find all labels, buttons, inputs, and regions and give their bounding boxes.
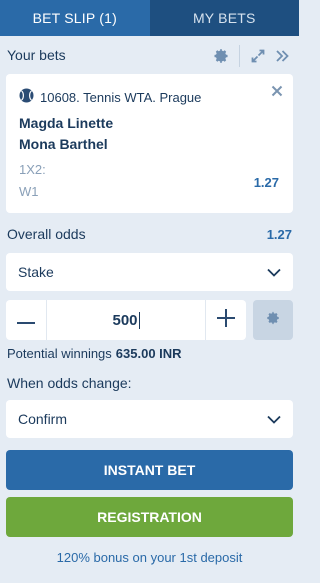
overall-odds-value: 1.27 bbox=[266, 226, 292, 242]
close-icon[interactable] bbox=[271, 84, 283, 102]
stake-type-label: Stake bbox=[18, 264, 54, 280]
overall-odds-label: Overall odds bbox=[7, 226, 86, 242]
increase-stake-button[interactable] bbox=[206, 300, 246, 340]
bet-odd: 1.27 bbox=[253, 175, 279, 190]
stake-value: 500 bbox=[112, 311, 138, 329]
bet-tabs: BET SLIP (1) MY BETS bbox=[0, 0, 299, 36]
tennis-ball-icon bbox=[19, 88, 34, 106]
team-two: Mona Barthel bbox=[19, 136, 108, 152]
chevron-down-icon bbox=[267, 411, 281, 427]
tab-my-bets[interactable]: MY BETS bbox=[150, 0, 300, 36]
gear-icon[interactable] bbox=[209, 45, 233, 67]
stake-settings-button[interactable] bbox=[253, 300, 293, 340]
odds-change-label: When odds change: bbox=[7, 375, 132, 391]
outcome-label: W1 bbox=[19, 184, 39, 199]
odds-change-value: Confirm bbox=[18, 411, 68, 427]
overall-odds-row: Overall odds 1.27 bbox=[0, 222, 299, 246]
match-label: 10608. Tennis WTA. Prague bbox=[40, 89, 202, 105]
bet-card: 10608. Tennis WTA. Prague Magda Linette … bbox=[6, 74, 293, 213]
stake-input[interactable]: 500 bbox=[46, 300, 206, 340]
stake-type-select[interactable]: Stake bbox=[6, 253, 293, 291]
potential-winnings-amount: 635.00 INR bbox=[115, 346, 182, 361]
gear-icon bbox=[266, 311, 280, 330]
bonus-link[interactable]: 120% bonus on your 1st deposit bbox=[0, 550, 299, 565]
stake-stepper: 500 bbox=[6, 300, 246, 340]
instant-bet-button[interactable]: INSTANT BET bbox=[6, 450, 293, 490]
text-cursor bbox=[138, 311, 140, 329]
minus-icon bbox=[17, 311, 35, 329]
chevron-down-icon bbox=[267, 264, 281, 280]
stake-row: 500 bbox=[6, 300, 293, 340]
header-divider bbox=[239, 45, 240, 67]
potential-winnings-label: Potential winnings bbox=[7, 346, 112, 361]
match-title: 10608. Tennis WTA. Prague bbox=[19, 88, 201, 106]
team-one: Magda Linette bbox=[19, 115, 114, 131]
market-label: 1X2: bbox=[19, 162, 46, 177]
header-icons bbox=[209, 45, 294, 67]
plus-icon bbox=[217, 308, 235, 332]
double-chevron-right-icon[interactable] bbox=[270, 45, 294, 67]
registration-button[interactable]: REGISTRATION bbox=[6, 497, 293, 537]
tab-bet-slip[interactable]: BET SLIP (1) bbox=[0, 0, 150, 36]
odds-change-select[interactable]: Confirm bbox=[6, 400, 293, 438]
decrease-stake-button[interactable] bbox=[6, 300, 46, 340]
expand-icon[interactable] bbox=[246, 45, 270, 67]
potential-winnings: Potential winnings 635.00 INR bbox=[7, 346, 182, 361]
